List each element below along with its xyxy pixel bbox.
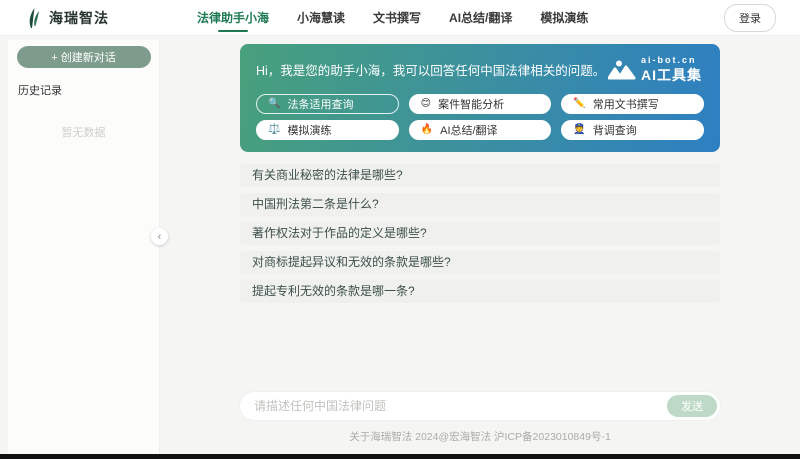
send-button[interactable]: 发送 — [667, 395, 717, 417]
suggested-question[interactable]: 对商标提起异议和无效的条款是哪些? — [240, 251, 720, 274]
fire-icon: 🔥 — [421, 125, 433, 135]
officer-icon: 👮 — [573, 125, 585, 135]
suggested-question[interactable]: 有关商业秘密的法律是哪些? — [240, 164, 720, 187]
suggested-question[interactable]: 提起专利无效的条款是哪一条? — [240, 280, 720, 303]
question-input[interactable] — [240, 399, 667, 413]
pill-document-writing[interactable]: ✏️ 常用文书撰写 — [561, 94, 704, 114]
nav-item-legal-assistant[interactable]: 法律助手小海 — [197, 0, 269, 36]
suggested-question[interactable]: 中国刑法第二条是什么? — [240, 193, 720, 216]
assistant-greeting: Hi，我是您的助手小海，我可以回答任何中国法律相关的问题。 — [256, 55, 605, 79]
history-label: 历史记录 — [18, 82, 159, 98]
new-conversation-button[interactable]: + 创建新对话 — [17, 46, 151, 68]
app-header: 海瑞智法 法律助手小海 小海慧读 文书撰写 AI总结/翻译 模拟演练 登录 — [0, 0, 800, 36]
brand-leaf-icon — [24, 7, 42, 29]
pill-ai-summary-translate[interactable]: 🔥 AI总结/翻译 — [409, 120, 552, 140]
brand-title: 海瑞智法 — [49, 8, 109, 28]
ai-bot-watermark: ai-bot.cn AI工具集 — [608, 55, 702, 85]
main-nav: 法律助手小海 小海慧读 文书撰写 AI总结/翻译 模拟演练 — [197, 0, 588, 36]
smiley-icon: 😊 — [421, 99, 431, 109]
pill-case-analysis[interactable]: 😊 案件智能分析 — [409, 94, 552, 114]
footer-copyright: 关于海瑞智法 2024@宏海智法 沪ICP备2023010849号-1 — [240, 429, 720, 444]
suggested-question[interactable]: 著作权法对于作品的定义是哪些? — [240, 222, 720, 245]
history-empty-text: 暂无数据 — [8, 124, 159, 140]
pill-law-application-query[interactable]: 🔍 法条适用查询 — [256, 94, 399, 114]
chevron-left-icon: ‹ — [158, 231, 162, 243]
main-content: Hi，我是您的助手小海，我可以回答任何中国法律相关的问题。 ai-bot.cn … — [160, 36, 800, 454]
welcome-banner: Hi，我是您的助手小海，我可以回答任何中国法律相关的问题。 ai-bot.cn … — [240, 44, 720, 152]
pill-background-check[interactable]: 👮 背调查询 — [561, 120, 704, 140]
brand[interactable]: 海瑞智法 — [24, 7, 109, 29]
scales-icon: ⚖️ — [268, 125, 280, 135]
quick-action-pills: 🔍 法条适用查询 😊 案件智能分析 ✏️ 常用文书撰写 ⚖️ 模拟演练 — [240, 92, 720, 152]
ai-bot-logo-icon — [608, 59, 636, 81]
message-composer: 发送 — [240, 392, 720, 420]
search-icon: 🔍 — [268, 99, 280, 109]
nav-item-mock-practice[interactable]: 模拟演练 — [540, 0, 588, 36]
pill-mock-practice[interactable]: ⚖️ 模拟演练 — [256, 120, 399, 140]
watermark-name: AI工具集 — [641, 65, 702, 85]
suggested-questions: 有关商业秘密的法律是哪些? 中国刑法第二条是什么? 著作权法对于作品的定义是哪些… — [240, 164, 720, 309]
pencil-icon: ✏️ — [573, 99, 585, 109]
bottom-screen-edge — [0, 454, 800, 459]
watermark-domain: ai-bot.cn — [641, 55, 702, 65]
sidebar: + 创建新对话 历史记录 暂无数据 ‹ — [8, 40, 160, 454]
sidebar-collapse-button[interactable]: ‹ — [151, 228, 168, 245]
nav-item-ai-summary-translate[interactable]: AI总结/翻译 — [449, 0, 512, 36]
login-button[interactable]: 登录 — [724, 4, 776, 32]
nav-item-smart-reading[interactable]: 小海慧读 — [297, 0, 345, 36]
nav-item-document-writing[interactable]: 文书撰写 — [373, 0, 421, 36]
